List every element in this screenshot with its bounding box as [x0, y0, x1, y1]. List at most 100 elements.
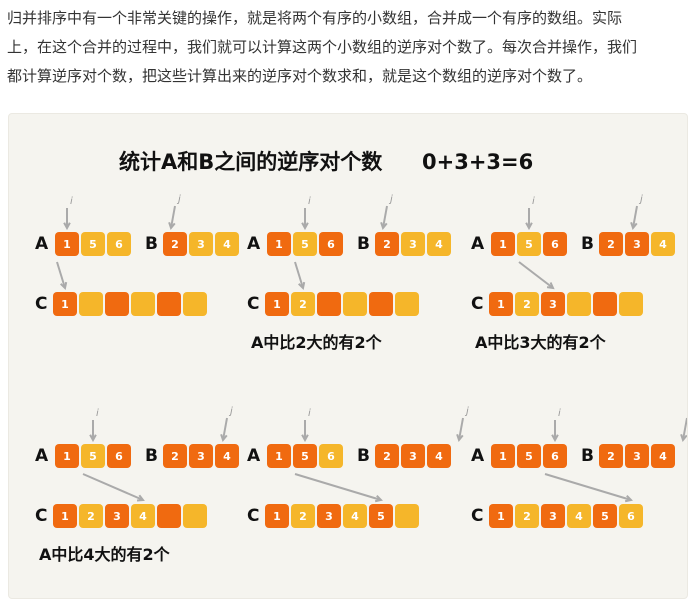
array-c-cell-value: 2: [299, 298, 307, 311]
array-a-cell-value: 6: [551, 238, 559, 251]
array-c-cell-value: 1: [497, 298, 505, 311]
array-c-label: C: [35, 294, 47, 314]
array-c-cell-value: 1: [61, 298, 69, 311]
merge-arrow: [518, 261, 554, 289]
array-a-cell-value: 1: [499, 450, 507, 463]
figure-formula: 0+3+3=6: [422, 150, 533, 174]
pointer-j-label: j: [388, 194, 393, 205]
pointer-j-label: j: [464, 406, 469, 417]
array-c-cell: [183, 292, 207, 316]
array-c-cell-value: 3: [549, 298, 557, 311]
array-c-cell: [157, 504, 181, 528]
array-a-cell-value: 5: [525, 238, 533, 251]
pointer-i-label: i: [308, 408, 311, 419]
array-a-label: A: [35, 234, 49, 254]
array-c-cell: [395, 292, 419, 316]
array-b-label: B: [357, 446, 370, 466]
array-a-cell-value: 5: [89, 238, 97, 251]
array-c-cell: [593, 292, 617, 316]
paragraph-line: 上，在这个合并的过程中，我们就可以计算这两个小数组的逆序对个数了。每次合并操作，…: [7, 38, 638, 56]
step-caption: A中比4大的有2个: [39, 545, 171, 564]
array-b-label: B: [357, 234, 370, 254]
array-c-cell: [105, 292, 129, 316]
array-b-label: B: [581, 446, 594, 466]
array-a-cell-value: 1: [63, 238, 71, 251]
array-a-cell-value: 5: [301, 450, 309, 463]
array-a-label: A: [471, 234, 485, 254]
array-b-cell-value: 2: [383, 238, 391, 251]
array-a-cell-value: 6: [327, 238, 335, 251]
array-c-label: C: [35, 506, 47, 526]
array-c-cell-value: 3: [113, 510, 121, 523]
array-b-cell-value: 3: [409, 238, 417, 251]
array-a-cell-value: 5: [301, 238, 309, 251]
array-b-cell-value: 2: [383, 450, 391, 463]
array-a-cell-value: 6: [115, 450, 123, 463]
array-c-cell-value: 5: [601, 510, 609, 523]
pointer-j-label: j: [228, 406, 233, 417]
pointer-i-label: i: [70, 196, 73, 207]
paragraph-line: 归并排序中有一个非常关键的操作，就是将两个有序的小数组，合并成一个有序的数组。实…: [7, 9, 623, 27]
array-c-label: C: [247, 294, 259, 314]
array-b-cell-value: 3: [633, 238, 641, 251]
pointer-j-label: j: [638, 194, 643, 205]
array-c-cell-value: 2: [523, 510, 531, 523]
merge-arrow: [544, 473, 632, 501]
step-caption: A中比3大的有2个: [475, 333, 607, 352]
array-b-cell-value: 4: [223, 450, 231, 463]
pointer-i-label: i: [308, 196, 311, 207]
array-c-cell-value: 5: [377, 510, 385, 523]
array-c-label: C: [471, 506, 483, 526]
array-c-cell-value: 3: [325, 510, 333, 523]
array-a-cell-value: 1: [275, 238, 283, 251]
array-a-cell-value: 5: [89, 450, 97, 463]
array-c-cell: [131, 292, 155, 316]
array-c-cell: [183, 504, 207, 528]
pointer-i-label: i: [96, 408, 99, 419]
array-a-label: A: [247, 234, 261, 254]
array-a-cell-value: 1: [499, 238, 507, 251]
array-b-cell-value: 2: [607, 238, 615, 251]
array-c-cell: [157, 292, 181, 316]
array-a-cell-value: 5: [525, 450, 533, 463]
array-c-cell: [395, 504, 419, 528]
array-a-cell-value: 6: [551, 450, 559, 463]
array-b-cell-value: 4: [659, 450, 667, 463]
array-a-cell-value: 6: [115, 238, 123, 251]
array-b-cell-value: 3: [409, 450, 417, 463]
array-c-cell: [79, 292, 103, 316]
array-c-cell-value: 2: [299, 510, 307, 523]
array-c-cell: [369, 292, 393, 316]
step-caption: A中比2大的有2个: [251, 333, 383, 352]
array-c-cell-value: 1: [497, 510, 505, 523]
array-a-label: A: [247, 446, 261, 466]
merge-arrow: [294, 473, 382, 501]
figure-canvas: 统计A和B之间的逆序对个数 0+3+3=6 A 1 5 6 B 2 3 4i jC 1A 1 5 6 B 2…: [35, 150, 692, 564]
paragraph-line: 都计算逆序对个数，把这些计算出来的逆序对个数求和，就是这个数组的逆序对个数了。: [7, 67, 593, 85]
array-b-cell-value: 4: [435, 450, 443, 463]
array-c-cell-value: 2: [87, 510, 95, 523]
array-b-cell-value: 3: [197, 238, 205, 251]
array-c-cell-value: 4: [351, 510, 359, 523]
array-a-cell-value: 1: [275, 450, 283, 463]
array-b-label: B: [581, 234, 594, 254]
merge-inversion-figure: 统计A和B之间的逆序对个数 0+3+3=6 A156B234ijC1A156B2…: [8, 113, 692, 599]
array-c-cell-value: 1: [273, 510, 281, 523]
array-c-label: C: [471, 294, 483, 314]
array-c-cell-value: 4: [139, 510, 147, 523]
array-c-cell: [567, 292, 591, 316]
array-c-cell-value: 1: [61, 510, 69, 523]
article-paragraph: 归并排序中有一个非常关键的操作，就是将两个有序的小数组，合并成一个有序的数组。实…: [7, 4, 687, 91]
array-b-cell-value: 4: [435, 238, 443, 251]
array-b-cell-value: 2: [171, 238, 179, 251]
array-b-label: B: [145, 446, 158, 466]
array-a-label: A: [471, 446, 485, 466]
array-c-cell-value: 1: [273, 298, 281, 311]
pointer-j-label: j: [176, 194, 181, 205]
array-c-cell-value: 3: [549, 510, 557, 523]
array-b-cell-value: 3: [633, 450, 641, 463]
array-c-cell-value: 6: [627, 510, 635, 523]
array-c-cell: [619, 292, 643, 316]
merge-arrow: [82, 473, 144, 501]
figure-title: 统计A和B之间的逆序对个数: [119, 150, 383, 174]
